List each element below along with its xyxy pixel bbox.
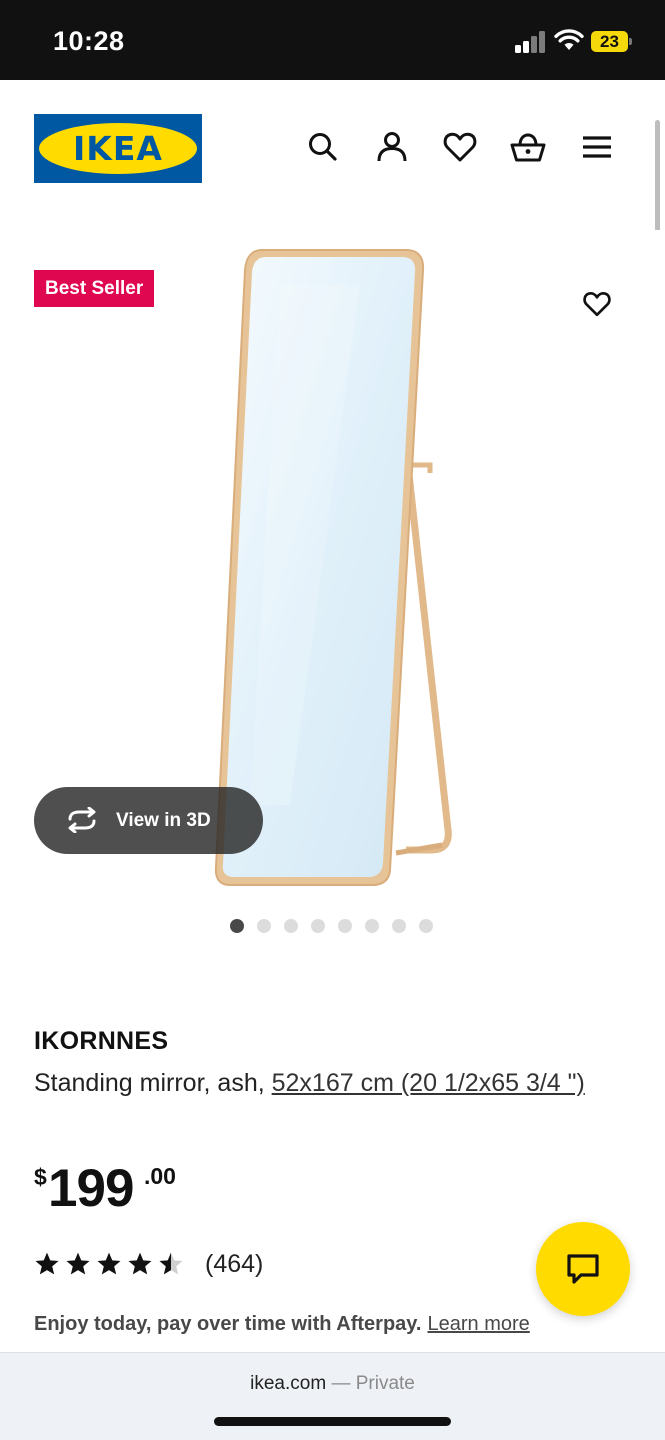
carousel-dot[interactable] [392,919,406,933]
save-to-favourites-button[interactable] [566,272,628,334]
learn-more-link[interactable]: Learn more [428,1313,530,1335]
account-icon[interactable] [374,129,410,165]
search-icon[interactable] [305,129,341,165]
home-indicator[interactable] [214,1417,451,1426]
site-header: IKEA [0,80,665,210]
carousel-dot[interactable] [230,919,244,933]
carousel-dot[interactable] [419,919,433,933]
url-domain: ikea.com [250,1373,327,1394]
rotate-3d-icon [68,807,96,833]
wifi-icon [554,29,584,50]
star-icon [35,1252,59,1275]
star-icon [66,1252,90,1275]
product-rating[interactable]: (464) [34,1250,263,1278]
price-integer: 199 [48,1159,134,1218]
product-size-link[interactable]: 52x167 cm (20 1/2x65 3/4 ") [272,1069,585,1097]
afterpay-message: Enjoy today, pay over time with Afterpay… [34,1313,530,1336]
product-description: Standing mirror, ash, 52x167 cm (20 1/2x… [34,1064,634,1102]
chat-button[interactable] [536,1222,630,1316]
view-in-3d-label: View in 3D [116,810,211,831]
battery-icon: 23 [591,31,633,52]
carousel-dot[interactable] [257,919,271,933]
ikea-logo[interactable]: IKEA [34,114,202,183]
cellular-signal-icon [515,31,547,53]
carousel-dot[interactable] [365,919,379,933]
best-seller-badge: Best Seller [34,270,155,307]
shopping-basket-icon[interactable] [510,129,546,165]
star-icon [159,1252,183,1275]
chat-bubble-icon [567,1254,599,1284]
status-bar: 10:28 23 [0,0,665,80]
view-in-3d-button[interactable]: View in 3D [34,787,263,854]
status-time: 10:28 [53,26,125,56]
battery-level: 23 [591,31,628,52]
star-icon [97,1252,121,1275]
logo-text: IKEA [73,129,163,168]
favourites-heart-icon[interactable] [442,129,478,165]
price-decimals: .00 [144,1163,176,1189]
browser-bottom-bar: ikea.com — Private [0,1352,665,1440]
product-name: IKORNNES [34,1027,169,1055]
price-currency: $ [34,1164,47,1190]
carousel-dot[interactable] [338,919,352,933]
carousel-dot[interactable] [311,919,325,933]
heart-icon [583,292,611,317]
review-count[interactable]: (464) [205,1250,263,1279]
afterpay-text: Enjoy today, pay over time with Afterpay… [34,1313,422,1335]
url-separator: — [331,1373,351,1394]
rating-stars [34,1251,189,1277]
product-type: Standing mirror, ash, [34,1069,265,1097]
image-carousel-dots[interactable] [230,919,433,933]
menu-icon[interactable] [579,129,615,165]
star-icon [128,1252,152,1275]
private-mode-label: Private [355,1373,415,1394]
address-bar[interactable]: ikea.com — Private [0,1373,665,1395]
product-image-gallery[interactable]: Best Seller View in 3D [0,230,665,900]
carousel-dot[interactable] [284,919,298,933]
